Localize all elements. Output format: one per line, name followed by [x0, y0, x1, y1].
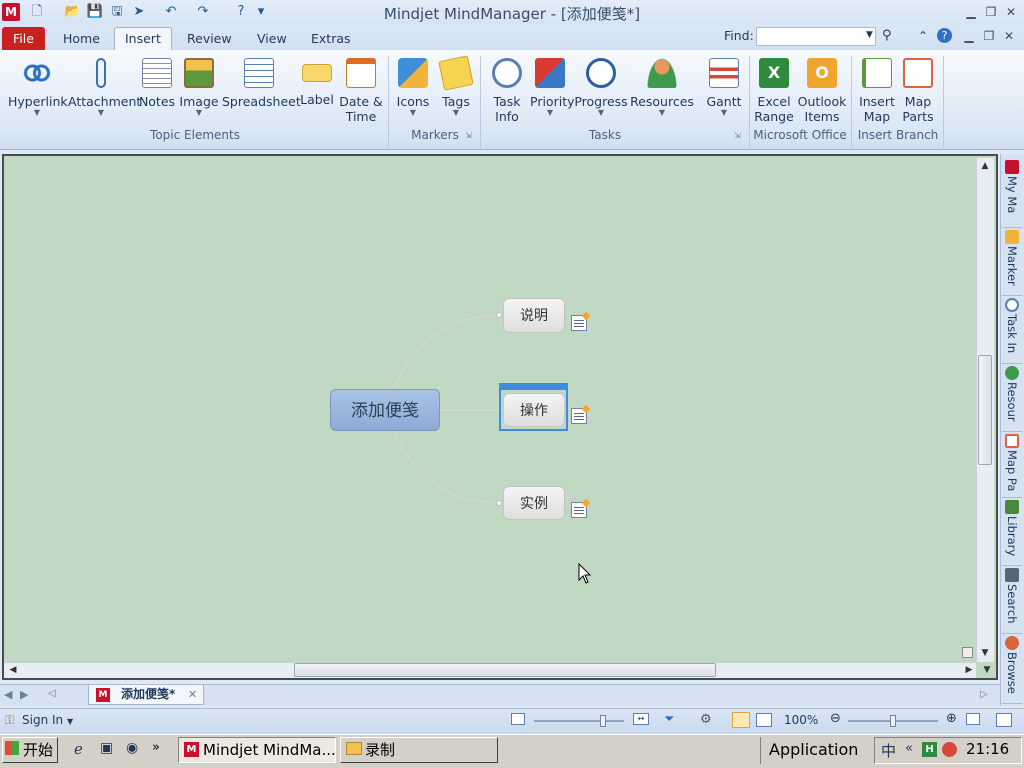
windows-logo-icon	[5, 741, 19, 755]
library-icon	[1005, 500, 1019, 514]
chevron-down-icon: ▼	[66, 717, 74, 726]
media-icon[interactable]: ◉	[126, 740, 138, 756]
branch-line-3	[391, 427, 504, 504]
subtopic-3[interactable]: 实例	[503, 486, 565, 520]
task-label: Mindjet MindMa...	[203, 741, 336, 759]
mouse-cursor-icon	[578, 563, 592, 584]
ime-icon[interactable]: 中	[881, 740, 896, 761]
connector-dot	[496, 312, 502, 318]
folder-icon	[346, 742, 362, 755]
map-overview-icon[interactable]	[962, 647, 973, 658]
map-zoom-slider-track[interactable]	[534, 720, 624, 722]
map-document-icon: M	[96, 688, 110, 702]
application-toolbar[interactable]: Application »	[760, 737, 870, 764]
subtopic-1[interactable]: 说明	[503, 298, 565, 333]
scroll-up-arrow-icon[interactable]: ▲	[978, 159, 992, 173]
filter-icon[interactable]: ⏷	[664, 712, 674, 727]
my-maps-icon	[1005, 160, 1019, 174]
scroll-down-arrow-icon[interactable]: ▼	[980, 663, 994, 677]
markers-icon	[1005, 230, 1019, 244]
sidetab-library[interactable]: Library	[1002, 498, 1022, 566]
quick-launch-more-icon[interactable]: »	[152, 740, 160, 755]
zoom-in-icon[interactable]: ⊕	[946, 711, 957, 726]
tab-scroll-right-icon[interactable]: ▷	[980, 689, 988, 700]
browser-icon	[1005, 636, 1019, 650]
sidetab-label: Library	[1005, 516, 1019, 557]
panel-toggle-icon[interactable]	[996, 713, 1012, 727]
scroll-right-arrow-icon[interactable]: ▶	[962, 663, 976, 677]
branch-lines	[391, 312, 504, 506]
note-icon[interactable]	[571, 315, 587, 331]
sidetab-search[interactable]: Search	[1002, 566, 1022, 634]
map-parts-icon	[1005, 434, 1019, 448]
sidetab-label: Browse	[1005, 652, 1019, 694]
overview-icon[interactable]	[511, 713, 525, 725]
sidetab-label: Map Pa	[1005, 450, 1019, 492]
zoom-out-icon[interactable]: ⊖	[830, 711, 841, 726]
sidetab-label: My Ma	[1005, 176, 1019, 214]
layout-icon[interactable]: ⚙	[700, 712, 712, 727]
desktop-icon[interactable]: ▣	[100, 740, 113, 756]
sidetab-task-info[interactable]: Task In	[1002, 296, 1022, 364]
zoom-level: 100%	[784, 713, 819, 727]
tray-app-icon[interactable]: H	[922, 742, 937, 757]
doc-close-button[interactable]: ✕	[1000, 28, 1018, 44]
nav-back-icon[interactable]: ◀	[4, 688, 12, 701]
task-mindmanager[interactable]: Mindjet MindMa...	[178, 737, 336, 763]
start-label: 开始	[23, 741, 54, 759]
resources-icon	[1005, 366, 1019, 380]
sign-in-button[interactable]: Sign In ▼	[22, 713, 73, 727]
sidetab-label: Task In	[1005, 314, 1019, 354]
sidetab-map-parts[interactable]: Map Pa	[1002, 432, 1022, 498]
sign-in-label: Sign In	[22, 713, 64, 727]
map-view-button[interactable]	[732, 712, 750, 728]
connector-dot	[496, 500, 502, 506]
subtopic-2[interactable]: 操作	[503, 393, 565, 427]
note-icon[interactable]	[571, 408, 587, 424]
task-label: 录制	[365, 741, 396, 759]
binoculars-icon	[1005, 568, 1019, 582]
outline-view-button[interactable]	[756, 713, 772, 727]
map-zoom-slider-thumb[interactable]	[600, 715, 606, 727]
sidetab-resources[interactable]: Resour	[1002, 364, 1022, 432]
close-button[interactable]: ✕	[1002, 4, 1020, 20]
scroll-left-arrow-icon[interactable]: ◀	[6, 663, 20, 677]
sidetab-markers[interactable]: Marker	[1002, 228, 1022, 296]
zoom-slider-thumb[interactable]	[890, 715, 896, 727]
sidetab-label: Resour	[1005, 382, 1019, 422]
sidetab-label: Marker	[1005, 246, 1019, 286]
fit-window-icon[interactable]	[966, 713, 980, 725]
ie-icon[interactable]: ℯ	[74, 740, 83, 758]
record-icon[interactable]	[942, 742, 957, 757]
scroll-down-arrow-icon[interactable]: ▼	[978, 646, 992, 660]
task-info-icon	[1005, 298, 1019, 312]
tab-scroll-left-icon[interactable]: ◁	[48, 688, 56, 699]
mindmanager-icon: M	[184, 742, 199, 757]
fit-map-icon[interactable]: ↔	[633, 713, 649, 725]
central-topic[interactable]: 添加便笺	[330, 389, 440, 431]
tray-expand-icon[interactable]: «	[905, 741, 913, 756]
sidetab-browser[interactable]: Browse	[1002, 634, 1022, 704]
sidetab-my-maps[interactable]: My Ma	[1002, 158, 1022, 228]
task-recording[interactable]: 录制	[340, 737, 498, 763]
horizontal-scroll-thumb[interactable]	[294, 663, 716, 677]
key-icon: ⚿	[5, 713, 15, 727]
branch-line-1	[391, 314, 504, 393]
toolbar-label: Application	[769, 740, 859, 759]
nav-forward-icon[interactable]: ▶	[20, 688, 28, 701]
sidetab-label: Search	[1005, 584, 1019, 624]
note-icon[interactable]	[571, 502, 587, 518]
close-tab-icon[interactable]: ✕	[188, 688, 197, 701]
vertical-scroll-thumb[interactable]	[978, 355, 992, 465]
clock: 21:16	[966, 740, 1010, 758]
